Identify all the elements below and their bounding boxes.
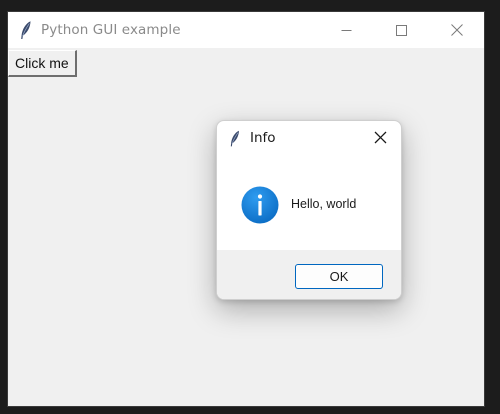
close-icon bbox=[374, 129, 387, 148]
dialog-footer: OK bbox=[217, 250, 401, 299]
info-icon bbox=[241, 186, 279, 224]
window-titlebar[interactable]: Python GUI example bbox=[8, 12, 484, 48]
feather-icon bbox=[18, 20, 34, 40]
dialog-title: Info bbox=[250, 130, 276, 146]
ok-button[interactable]: OK bbox=[295, 264, 383, 289]
minimize-icon bbox=[341, 25, 352, 36]
window-title: Python GUI example bbox=[41, 22, 181, 38]
feather-icon bbox=[228, 129, 242, 148]
dialog-titlebar[interactable]: Info bbox=[217, 121, 401, 155]
maximize-icon bbox=[395, 24, 407, 36]
minimize-button[interactable] bbox=[323, 12, 369, 48]
close-button[interactable] bbox=[434, 12, 480, 48]
dialog-message: Hello, world bbox=[291, 197, 357, 211]
info-dialog: Info Hello, world OK bbox=[216, 120, 402, 300]
maximize-button[interactable] bbox=[378, 12, 424, 48]
dialog-close-button[interactable] bbox=[368, 127, 392, 149]
click-me-button[interactable]: Click me bbox=[8, 50, 77, 77]
close-icon bbox=[451, 24, 463, 36]
